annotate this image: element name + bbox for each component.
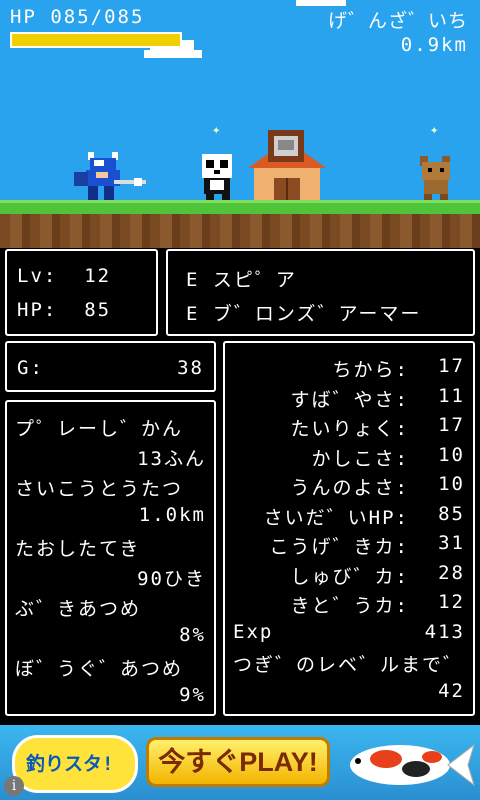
stat-label: しゅび゛カ:	[290, 565, 409, 588]
stat-value: 31	[438, 532, 465, 554]
dirt-ground	[0, 214, 480, 248]
stat-value: 17	[438, 414, 465, 436]
hero-sprite	[74, 152, 146, 200]
equipped-weapon[interactable]: E スピ゜ア	[186, 265, 297, 292]
info-icon[interactable]: i	[4, 776, 24, 796]
stat-label: すば゛やさ:	[290, 388, 409, 411]
shop-house-sprite[interactable]	[248, 128, 326, 202]
equipped-armor[interactable]: E ブ゛ロンズ゛アーマー	[186, 299, 421, 326]
record-label: たおしたてき	[15, 538, 141, 560]
stat-value: 413	[424, 620, 465, 643]
record-value: 8%	[179, 624, 206, 646]
stat-label: たいりょく:	[290, 418, 409, 440]
hp-readout: HP 085/085	[10, 6, 145, 28]
stat-value: 28	[438, 561, 465, 584]
next-level-value: 42	[438, 680, 465, 702]
stats-panel: ちから: 17 すば゛やさ: 11 たいりょく: 17 かしこさ: 10 うんのよさ: 10 さいだ…	[223, 341, 475, 716]
hp-bar-fill	[12, 34, 180, 46]
record-value: 90ひき	[137, 568, 206, 590]
location-name: げ゛んざ゛いち	[327, 10, 468, 32]
stat-value: 85	[438, 502, 465, 525]
panda-enemy-sprite	[202, 154, 232, 200]
stat-value: 12	[438, 591, 465, 613]
ad-play-button[interactable]: 今すぐPLAY!	[146, 737, 330, 787]
level-value: Lv: 12	[17, 265, 112, 287]
stat-value: 10	[438, 473, 465, 495]
stat-label: こうげ゛きカ:	[269, 536, 409, 558]
sparkle-icon: ✦	[430, 122, 439, 138]
record-label: ぼ゛うぐ゛あつめ	[15, 658, 184, 680]
gold-value: 38	[177, 357, 204, 379]
next-level-label: つぎ゛のレベ゛ルまで゛	[233, 654, 465, 676]
stat-value: 11	[438, 384, 465, 407]
cloud	[144, 50, 202, 58]
stat-label: ちから:	[332, 359, 409, 381]
game-scene[interactable]: HP 085/085 げ゛んざ゛いち 0.9km ✦ ✦	[0, 0, 480, 248]
stat-label: Exp	[233, 620, 274, 643]
record-value: 13ふん	[137, 448, 206, 470]
gold-panel: G: 38	[5, 341, 216, 392]
stat-label: うんのよさ:	[290, 477, 409, 499]
record-value: 9%	[179, 684, 206, 706]
record-label: プ゜レーし゛かん	[15, 418, 184, 440]
ad-banner[interactable]: 釣りスタ! 今すぐPLAY!	[0, 725, 480, 800]
stat-label: さいだ゛いHP:	[263, 506, 409, 529]
equipment-panel[interactable]: E スピ゜ア E ブ゛ロンズ゛アーマー	[166, 249, 475, 336]
record-value: 1.0km	[138, 504, 206, 526]
record-label: ぶ゛きあつめ	[15, 598, 142, 620]
records-panel: プ゜レーし゛かん 13ふんさいこうとうたつ 1.0km たおしたてき 90ひきぶ゛きあつ…	[5, 400, 216, 716]
stat-value: 17	[438, 355, 465, 377]
gold-label: G:	[17, 357, 44, 379]
stat-label: かしこさ:	[311, 447, 409, 470]
koi-fish-icon	[350, 743, 475, 787]
distance-readout: 0.9km	[400, 34, 468, 56]
record-label: さいこうとうたつ	[15, 478, 184, 500]
dog-enemy-sprite	[420, 156, 450, 202]
sparkle-icon: ✦	[212, 122, 221, 138]
stat-label: きと゛うカ:	[290, 595, 409, 617]
stat-value: 10	[438, 443, 465, 466]
hp-value: HP: 85	[17, 299, 112, 321]
ad-logo-text: 釣りスタ!	[26, 753, 114, 775]
level-panel: Lv: 12 HP: 85	[5, 249, 158, 336]
